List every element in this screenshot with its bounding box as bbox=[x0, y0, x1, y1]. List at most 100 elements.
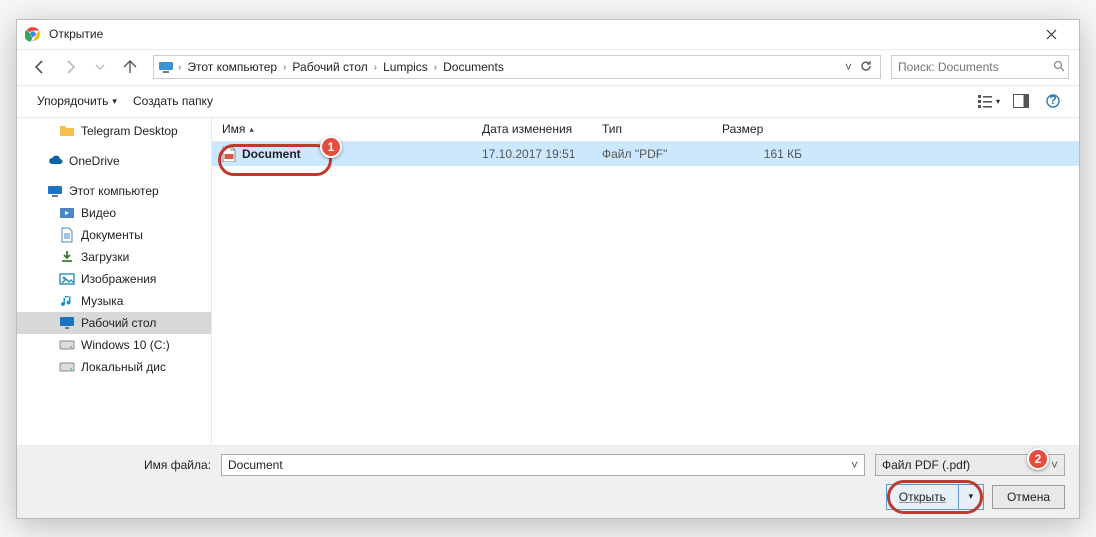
chevron-down-icon: ▾ bbox=[112, 96, 117, 107]
view-mode-button[interactable]: ▾ bbox=[975, 89, 1003, 113]
chevron-down-icon: ▾ bbox=[996, 97, 1000, 106]
bottom-panel: Имя файла: ˅ Файл PDF (.pdf) ˅ Открыть ▾… bbox=[17, 446, 1079, 518]
column-type[interactable]: Тип bbox=[592, 122, 712, 136]
sidebar-item[interactable]: Рабочий стол bbox=[17, 312, 211, 334]
column-headers: Имя ▴ Дата изменения Тип Размер bbox=[212, 118, 1079, 142]
filetype-combo[interactable]: Файл PDF (.pdf) ˅ bbox=[875, 454, 1065, 476]
forward-button[interactable] bbox=[57, 54, 83, 80]
arrow-up-icon bbox=[123, 60, 137, 74]
sidebar-item-label: Изображения bbox=[81, 272, 156, 286]
column-date[interactable]: Дата изменения bbox=[472, 122, 592, 136]
open-dropdown[interactable]: ▾ bbox=[958, 485, 983, 509]
search-input[interactable] bbox=[898, 60, 1053, 74]
chevron-right-icon: › bbox=[281, 62, 288, 73]
file-type: Файл "PDF" bbox=[592, 147, 712, 161]
file-date: 17.10.2017 19:51 bbox=[472, 147, 592, 161]
pc-icon bbox=[47, 183, 63, 199]
open-split-button[interactable]: Открыть ▾ bbox=[886, 484, 984, 510]
close-icon bbox=[1046, 29, 1057, 40]
download-icon bbox=[59, 249, 75, 265]
address-history-dropdown[interactable]: ˅ bbox=[841, 60, 856, 74]
recent-dropdown[interactable] bbox=[87, 54, 113, 80]
file-row[interactable]: Document 17.10.2017 19:51 Файл "PDF" 161… bbox=[212, 142, 1079, 166]
organize-button[interactable]: Упорядочить ▾ bbox=[29, 89, 125, 113]
arrow-left-icon bbox=[33, 60, 47, 74]
panel-icon bbox=[1013, 94, 1029, 108]
drive-icon bbox=[59, 359, 75, 375]
chevron-down-icon: ˅ bbox=[1051, 458, 1058, 472]
chevron-down-icon: ▾ bbox=[969, 491, 974, 502]
video-icon bbox=[59, 205, 75, 221]
file-name-cell: Document bbox=[212, 146, 472, 162]
search-icon bbox=[1053, 60, 1065, 75]
sidebar-item[interactable]: Этот компьютер bbox=[17, 180, 211, 202]
sidebar-item[interactable]: Telegram Desktop bbox=[17, 120, 211, 142]
chevron-down-icon[interactable]: ˅ bbox=[851, 458, 858, 472]
cancel-button[interactable]: Отмена bbox=[992, 485, 1065, 509]
sidebar-item-label: Рабочий стол bbox=[81, 316, 156, 330]
back-button[interactable] bbox=[27, 54, 53, 80]
sidebar-item-label: Видео bbox=[81, 206, 116, 220]
sidebar-item-label: Windows 10 (C:) bbox=[81, 338, 170, 352]
breadcrumb-segment[interactable]: Lumpics bbox=[379, 60, 432, 74]
column-size[interactable]: Размер bbox=[712, 122, 812, 136]
file-open-dialog: Открытие › Этот компьютер › Рабочий стол… bbox=[16, 19, 1080, 519]
filename-input[interactable] bbox=[228, 458, 851, 472]
filetype-value: Файл PDF (.pdf) bbox=[882, 458, 970, 472]
sidebar-item-label: Локальный дис bbox=[81, 360, 166, 374]
sidebar-item-label: OneDrive bbox=[69, 154, 120, 168]
pc-icon bbox=[158, 59, 174, 75]
up-button[interactable] bbox=[117, 54, 143, 80]
filename-combo[interactable]: ˅ bbox=[221, 454, 865, 476]
new-folder-button[interactable]: Создать папку bbox=[125, 89, 221, 113]
chrome-icon bbox=[25, 26, 41, 42]
desktop-icon bbox=[59, 315, 75, 331]
chevron-right-icon: › bbox=[372, 62, 379, 73]
sidebar-item[interactable]: Видео bbox=[17, 202, 211, 224]
view-icon bbox=[978, 94, 994, 108]
preview-pane-button[interactable] bbox=[1007, 89, 1035, 113]
breadcrumb-segment[interactable]: Documents bbox=[439, 60, 508, 74]
file-size: 161 КБ bbox=[712, 147, 812, 161]
sidebar[interactable]: Telegram Desktop OneDrive Этот компьютер Ви… bbox=[17, 118, 212, 445]
window-title: Открытие bbox=[49, 27, 1031, 41]
breadcrumb-segment[interactable]: Этот компьютер bbox=[183, 60, 281, 74]
arrow-right-icon bbox=[63, 60, 77, 74]
file-pane: Имя ▴ Дата изменения Тип Размер Document… bbox=[212, 118, 1079, 445]
chevron-right-icon: › bbox=[176, 62, 183, 73]
sidebar-item[interactable]: Музыка bbox=[17, 290, 211, 312]
sidebar-item[interactable]: Windows 10 (C:) bbox=[17, 334, 211, 356]
open-button[interactable]: Открыть bbox=[887, 485, 958, 509]
help-icon: ? bbox=[1046, 94, 1060, 108]
sidebar-item-label: Этот компьютер bbox=[69, 184, 159, 198]
search-box[interactable] bbox=[891, 55, 1069, 79]
sidebar-item-label: Telegram Desktop bbox=[81, 124, 178, 138]
cloud-icon bbox=[47, 153, 63, 169]
organize-label: Упорядочить bbox=[37, 94, 108, 108]
titlebar: Открытие bbox=[17, 20, 1079, 50]
doc-icon bbox=[59, 227, 75, 243]
sort-asc-icon: ▴ bbox=[249, 124, 254, 135]
svg-text:?: ? bbox=[1049, 94, 1056, 107]
close-button[interactable] bbox=[1031, 21, 1071, 47]
column-name[interactable]: Имя ▴ bbox=[212, 122, 472, 136]
sidebar-item-label: Документы bbox=[81, 228, 143, 242]
folder-icon bbox=[59, 123, 75, 139]
sidebar-item-label: Музыка bbox=[81, 294, 123, 308]
refresh-button[interactable] bbox=[856, 60, 876, 75]
sidebar-item[interactable]: Изображения bbox=[17, 268, 211, 290]
refresh-icon bbox=[860, 60, 872, 72]
sidebar-item[interactable]: Локальный дис bbox=[17, 356, 211, 378]
chevron-right-icon: › bbox=[432, 62, 439, 73]
music-icon bbox=[59, 293, 75, 309]
address-bar[interactable]: › Этот компьютер › Рабочий стол › Lumpic… bbox=[153, 55, 881, 79]
sidebar-item[interactable]: Документы bbox=[17, 224, 211, 246]
breadcrumb-segment[interactable]: Рабочий стол bbox=[288, 60, 371, 74]
filename-label: Имя файла: bbox=[31, 458, 211, 472]
toolbar: Упорядочить ▾ Создать папку ▾ ? bbox=[17, 86, 1079, 118]
image-icon bbox=[59, 271, 75, 287]
sidebar-item[interactable]: OneDrive bbox=[17, 150, 211, 172]
help-button[interactable]: ? bbox=[1039, 89, 1067, 113]
sidebar-item[interactable]: Загрузки bbox=[17, 246, 211, 268]
drive-icon bbox=[59, 337, 75, 353]
